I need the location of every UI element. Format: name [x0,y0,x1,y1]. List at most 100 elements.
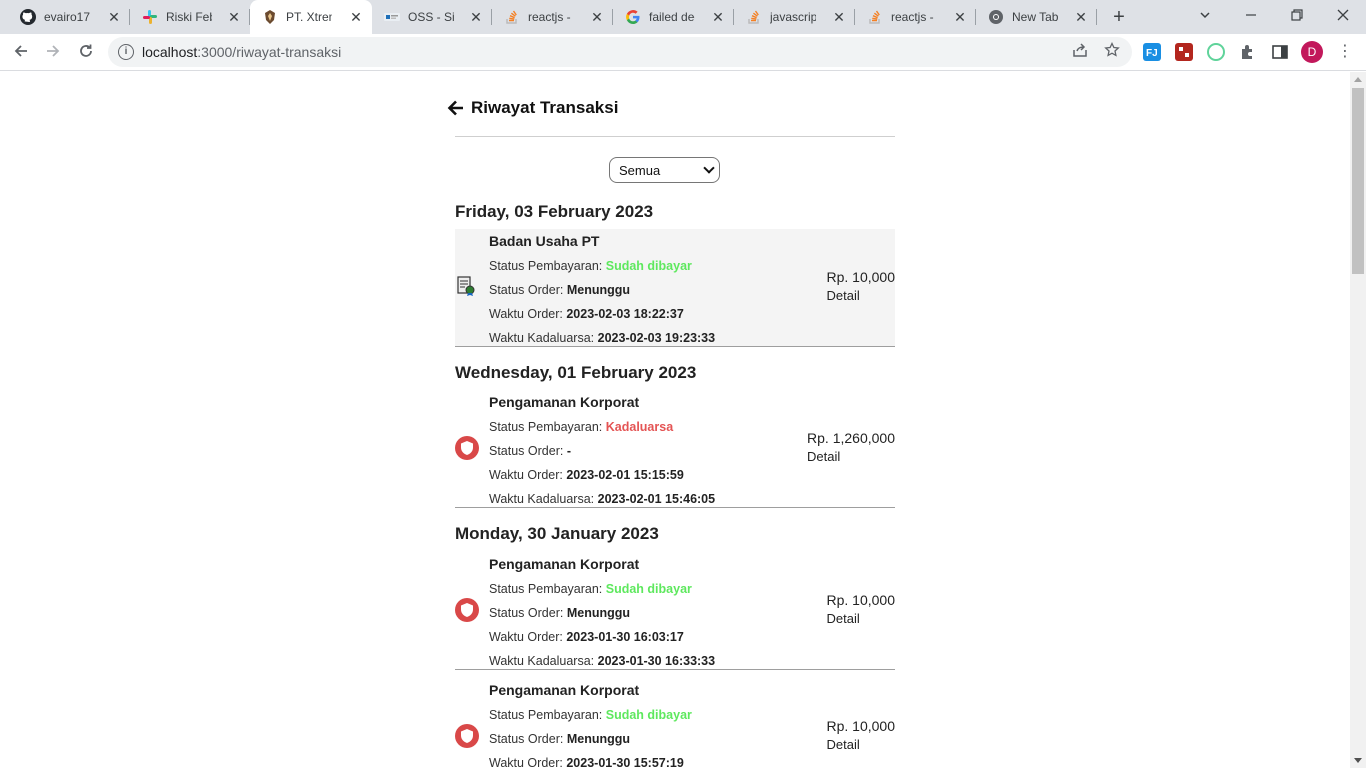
divider [455,136,895,137]
restore-button[interactable] [1284,4,1310,28]
price-box: Rp. 10,000 Detail [827,269,896,303]
back-arrow-icon[interactable] [447,99,465,117]
transaction-item[interactable]: Badan Usaha PT Status Pembayaran: Sudah … [455,229,895,347]
side-panel-icon[interactable] [1271,43,1289,61]
browser-tab-strip: evairo176 ✕ Riski Febri ✕ PT. Xtreme ✕ O… [0,0,1366,35]
service-name: Pengamanan Korporat [489,682,640,698]
certificate-icon [455,275,479,299]
close-tab-icon[interactable]: ✕ [1073,9,1089,25]
detail-link[interactable]: Detail [827,737,896,752]
tab-title: failed decr [649,10,695,24]
page-viewport: Riwayat Transaksi Semua Friday, 03 Febru… [0,72,1350,768]
github-icon [20,9,36,25]
tab-title: evairo176 [44,10,90,24]
service-name: Pengamanan Korporat [489,556,640,572]
profile-avatar[interactable]: D [1301,41,1323,63]
order-time-row: Waktu Order: 2023-01-30 16:03:17 [489,630,684,644]
stackoverflow-icon [504,9,520,25]
extension-icon[interactable] [1175,43,1193,61]
service-name: Pengamanan Korporat [489,394,640,410]
new-tab-button[interactable]: + [1108,6,1130,28]
status-filter-select[interactable]: Semua [609,157,720,183]
extension-icon[interactable]: FJ [1143,43,1161,61]
price-box: Rp. 1,260,000 Detail [807,430,895,464]
transaction-item[interactable]: Pengamanan Korporat Status Pembayaran: S… [455,552,895,670]
browser-tab[interactable]: failed decr ✕ [613,0,734,34]
url-text: localhost:3000/riwayat-transaksi [142,44,342,60]
scroll-down-arrow-icon[interactable] [1354,758,1362,763]
oss-icon [384,9,400,25]
shield-icon [455,724,479,748]
date-group-heading: Monday, 30 January 2023 [455,524,659,543]
close-tab-icon[interactable]: ✕ [952,9,968,25]
browser-tab[interactable]: New Tab ✕ [976,0,1097,34]
browser-tab[interactable]: reactjs - H ✕ [492,0,613,34]
close-tab-icon[interactable]: ✕ [226,9,242,25]
detail-link[interactable]: Detail [827,611,896,626]
shield-icon [455,436,479,460]
more-menu-icon[interactable]: ⋮ [1336,43,1354,61]
price: Rp. 1,260,000 [807,430,895,446]
tab-search-icon[interactable] [1192,4,1218,28]
vertical-scrollbar[interactable] [1350,72,1366,768]
close-tab-icon[interactable]: ✕ [348,9,364,25]
price-box: Rp. 10,000 Detail [827,592,896,626]
close-tab-icon[interactable]: ✕ [106,9,122,25]
tab-title: New Tab [1012,10,1058,24]
browser-tab-active[interactable]: PT. Xtreme ✕ [250,0,372,35]
page-header: Riwayat Transaksi [447,96,618,120]
google-icon [625,9,641,25]
price: Rp. 10,000 [826,592,896,608]
date-group-heading: Friday, 03 February 2023 [455,202,654,221]
detail-link[interactable]: Detail [827,288,896,303]
shield-icon [455,598,479,622]
order-status-row: Status Order: - [489,444,571,458]
transaction-item[interactable]: Pengamanan Korporat Status Pembayaran: K… [455,390,895,508]
extensions-puzzle-icon[interactable] [1239,43,1257,61]
tab-title: reactjs - H [528,10,574,24]
forward-button[interactable] [40,40,66,66]
payment-status-row: Status Pembayaran: Sudah dibayar [489,708,692,722]
browser-tab[interactable]: reactjs - H ✕ [855,0,976,34]
stackoverflow-icon [746,9,762,25]
extension-icon[interactable] [1207,43,1225,61]
share-icon[interactable] [1070,42,1090,62]
payment-status-row: Status Pembayaran: Sudah dibayar [489,259,692,273]
order-time-row: Waktu Order: 2023-02-03 18:22:37 [489,307,684,321]
chrome-icon [988,9,1004,25]
site-info-icon[interactable]: i [118,44,134,60]
expiry-time-row: Waktu Kadaluarsa: 2023-01-30 16:33:33 [489,654,716,668]
close-tab-icon[interactable]: ✕ [710,9,726,25]
close-tab-icon[interactable]: ✕ [468,9,484,25]
filter-selected-value: Semua [619,163,661,178]
minimize-button[interactable] [1238,4,1264,28]
order-status-row: Status Order: Menunggu [489,606,631,620]
payment-status-row: Status Pembayaran: Sudah dibayar [489,582,692,596]
close-window-button[interactable] [1330,4,1356,28]
close-tab-icon[interactable]: ✕ [831,9,847,25]
address-bar[interactable]: i localhost:3000/riwayat-transaksi [108,37,1132,67]
close-tab-icon[interactable]: ✕ [589,9,605,25]
transaction-item[interactable]: Pengamanan Korporat Status Pembayaran: S… [455,678,895,768]
scrollbar-thumb[interactable] [1352,88,1364,274]
browser-tab[interactable]: javascript a ✕ [734,0,855,34]
bookmark-star-icon[interactable] [1102,41,1122,62]
payment-status-badge: Sudah dibayar [605,582,692,596]
order-status-row: Status Order: Menunggu [489,732,631,746]
scroll-up-arrow-icon[interactable] [1354,77,1362,82]
order-time-row: Waktu Order: 2023-01-30 15:57:19 [489,756,684,768]
payment-status-badge: Sudah dibayar [605,259,692,273]
detail-link[interactable]: Detail [807,449,895,464]
stackoverflow-icon [867,9,883,25]
page-title: Riwayat Transaksi [471,98,619,117]
browser-tab[interactable]: evairo176 ✕ [8,0,130,34]
price: Rp. 10,000 [826,269,896,285]
slack-icon [142,9,158,25]
expiry-time-row: Waktu Kadaluarsa: 2023-02-01 15:46:05 [489,492,716,506]
payment-status-badge: Sudah dibayar [605,708,692,722]
browser-tab[interactable]: Riski Febri ✕ [130,0,250,34]
back-button[interactable] [8,40,34,66]
date-group-heading: Wednesday, 01 February 2023 [455,363,697,382]
browser-tab[interactable]: OSS - Siste ✕ [372,0,492,34]
reload-button[interactable] [73,40,99,66]
